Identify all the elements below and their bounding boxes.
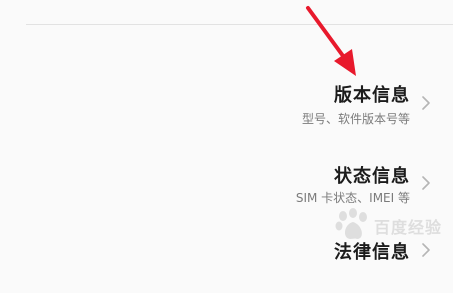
chevron-right-icon	[422, 96, 430, 110]
settings-item-title: 状态信息	[334, 166, 410, 187]
settings-item-version-info[interactable]: 版本信息 型号、软件版本号等	[153, 76, 453, 136]
baidu-paw-logo-icon	[335, 208, 367, 239]
baidu-jingyan-watermark: 百度经验	[334, 206, 446, 246]
settings-item-status-info[interactable]: 状态信息 SIM 卡状态、IMEI 等	[153, 154, 453, 214]
settings-item-subtitle: SIM 卡状态、IMEI 等	[295, 191, 410, 205]
settings-item-title: 版本信息	[334, 85, 410, 106]
chevron-right-icon	[422, 176, 430, 190]
top-divider	[26, 24, 453, 25]
watermark-text: 百度经验	[374, 218, 443, 237]
settings-item-subtitle: 型号、软件版本号等	[301, 112, 410, 126]
